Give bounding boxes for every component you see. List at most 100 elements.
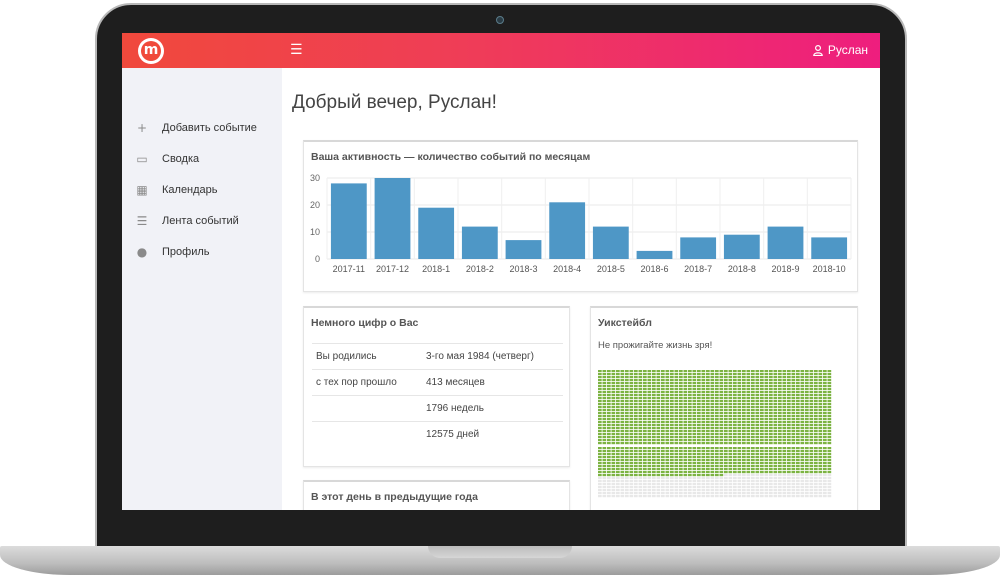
- week-cell: [661, 450, 665, 453]
- week-cell: [760, 394, 764, 397]
- week-cell: [652, 406, 656, 409]
- week-cell: [701, 480, 706, 483]
- week-cell: [746, 462, 751, 465]
- week-cell: [728, 480, 733, 483]
- week-cell: [805, 406, 809, 409]
- week-cell: [607, 376, 611, 379]
- week-cell: [805, 385, 809, 388]
- week-cell: [674, 465, 679, 468]
- week-cell: [634, 403, 638, 406]
- week-cell: [796, 373, 800, 376]
- week-cell: [769, 471, 773, 474]
- week-cell: [638, 439, 643, 442]
- user-menu[interactable]: Руслан: [813, 43, 868, 57]
- week-cell: [647, 439, 652, 442]
- week-cell: [647, 376, 652, 379]
- week-cell: [692, 397, 697, 400]
- week-cell: [670, 391, 674, 394]
- week-cell: [661, 439, 665, 442]
- sidebar-item-calendar[interactable]: ▦ Календарь: [122, 174, 282, 205]
- week-cell: [683, 477, 688, 480]
- week-cell: [742, 394, 746, 397]
- week-cell: [818, 474, 823, 477]
- week-cell: [692, 385, 697, 388]
- week-cell: [728, 486, 733, 489]
- week-cell: [674, 427, 679, 430]
- week-cell: [719, 412, 724, 415]
- week-cell: [598, 370, 602, 373]
- week-cell: [598, 465, 602, 468]
- week-cell: [805, 424, 809, 427]
- week-cell: [796, 370, 800, 373]
- week-cell: [715, 385, 719, 388]
- week-cell: [701, 465, 706, 468]
- week-cell: [625, 486, 629, 489]
- week-cell: [823, 447, 827, 450]
- week-cell: [607, 433, 611, 436]
- week-cell: [742, 456, 746, 459]
- week-cell: [625, 424, 629, 427]
- week-cell: [715, 397, 719, 400]
- week-cell: [620, 424, 625, 427]
- sidebar-item-summary[interactable]: ▭ Сводка: [122, 143, 282, 174]
- week-cell: [742, 424, 746, 427]
- week-cell: [809, 427, 814, 430]
- week-cell: [616, 403, 620, 406]
- week-cell: [773, 495, 778, 498]
- week-cell: [602, 403, 607, 406]
- week-cell: [773, 462, 778, 465]
- week-cell: [728, 489, 733, 492]
- sidebar-item-add-event[interactable]: + Добавить событие: [122, 112, 282, 143]
- week-cell: [827, 406, 832, 409]
- week-cell: [823, 397, 827, 400]
- week-cell: [782, 388, 787, 391]
- week-cell: [706, 492, 710, 495]
- week-cell: [796, 430, 800, 433]
- week-cell: [769, 379, 773, 382]
- week-cell: [719, 424, 724, 427]
- week-cell: [742, 427, 746, 430]
- week-cell: [755, 415, 760, 418]
- week-cell: [733, 424, 737, 427]
- hamburger-menu-icon[interactable]: ☰: [290, 42, 303, 58]
- week-cell: [719, 462, 724, 465]
- sidebar-item-label: Календарь: [162, 183, 218, 196]
- week-cell: [670, 418, 674, 421]
- sidebar-item-feed[interactable]: ☰ Лента событий: [122, 205, 282, 236]
- week-cell: [809, 480, 814, 483]
- week-cell: [611, 474, 616, 477]
- week-cell: [683, 385, 688, 388]
- app-logo[interactable]: m: [138, 38, 164, 64]
- week-cell: [661, 436, 665, 439]
- week-cell: [760, 456, 764, 459]
- week-cell: [625, 385, 629, 388]
- week-cell: [697, 400, 701, 403]
- week-cell: [611, 486, 616, 489]
- week-cell: [773, 376, 778, 379]
- week-cell: [827, 456, 832, 459]
- week-cell: [787, 483, 791, 486]
- week-cell: [805, 412, 809, 415]
- week-cell: [611, 370, 616, 373]
- sidebar-item-profile[interactable]: ● Профиль: [122, 236, 282, 267]
- week-cell: [746, 471, 751, 474]
- week-cell: [746, 483, 751, 486]
- week-cell: [737, 453, 742, 456]
- week-cell: [715, 474, 719, 477]
- week-cell: [760, 403, 764, 406]
- week-cell: [638, 477, 643, 480]
- week-cell: [688, 433, 692, 436]
- week-cell: [805, 456, 809, 459]
- week-cell: [652, 403, 656, 406]
- week-cell: [656, 394, 661, 397]
- week-cell: [782, 492, 787, 495]
- week-cell: [661, 486, 665, 489]
- week-cell: [769, 465, 773, 468]
- week-cell: [737, 447, 742, 450]
- week-cell: [625, 495, 629, 498]
- week-cell: [760, 459, 764, 462]
- week-cell: [755, 373, 760, 376]
- week-cell: [818, 421, 823, 424]
- week-cell: [652, 489, 656, 492]
- week-cell: [697, 418, 701, 421]
